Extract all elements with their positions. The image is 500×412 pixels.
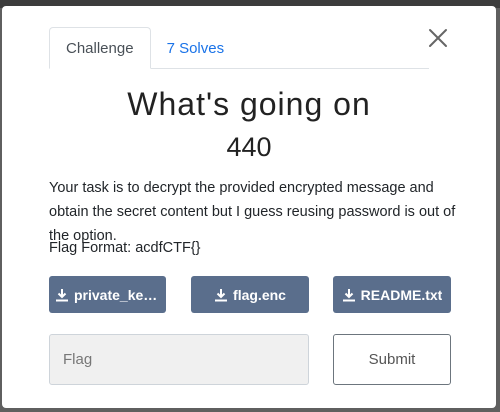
tab-challenge[interactable]: Challenge [49, 27, 151, 69]
download-private-key-button[interactable]: private_key.p... [49, 276, 166, 313]
download-icon [215, 288, 228, 301]
file-label: private_key.p... [74, 286, 160, 303]
file-label: flag.enc [233, 286, 286, 303]
file-label: README.txt [360, 286, 443, 303]
challenge-tabs: Challenge 7 Solves [49, 26, 429, 69]
download-readme-button[interactable]: README.txt [333, 276, 451, 313]
flag-format: Flag Format: acdfCTF{} [49, 240, 201, 256]
challenge-points: 440 [226, 132, 272, 162]
challenge-description: Your task is to decrypt the provided enc… [49, 180, 456, 244]
submit-button[interactable]: Submit [333, 334, 451, 385]
close-button[interactable] [426, 26, 450, 50]
close-icon [429, 29, 447, 47]
tab-solves[interactable]: 7 Solves [151, 28, 241, 68]
flag-input[interactable] [49, 334, 309, 385]
challenge-title: What's going on [127, 86, 371, 122]
challenge-modal: Challenge 7 Solves What's going on 440 Y… [2, 6, 496, 408]
download-flag-enc-button[interactable]: flag.enc [191, 276, 309, 313]
download-icon [342, 288, 355, 301]
download-icon [56, 288, 68, 301]
